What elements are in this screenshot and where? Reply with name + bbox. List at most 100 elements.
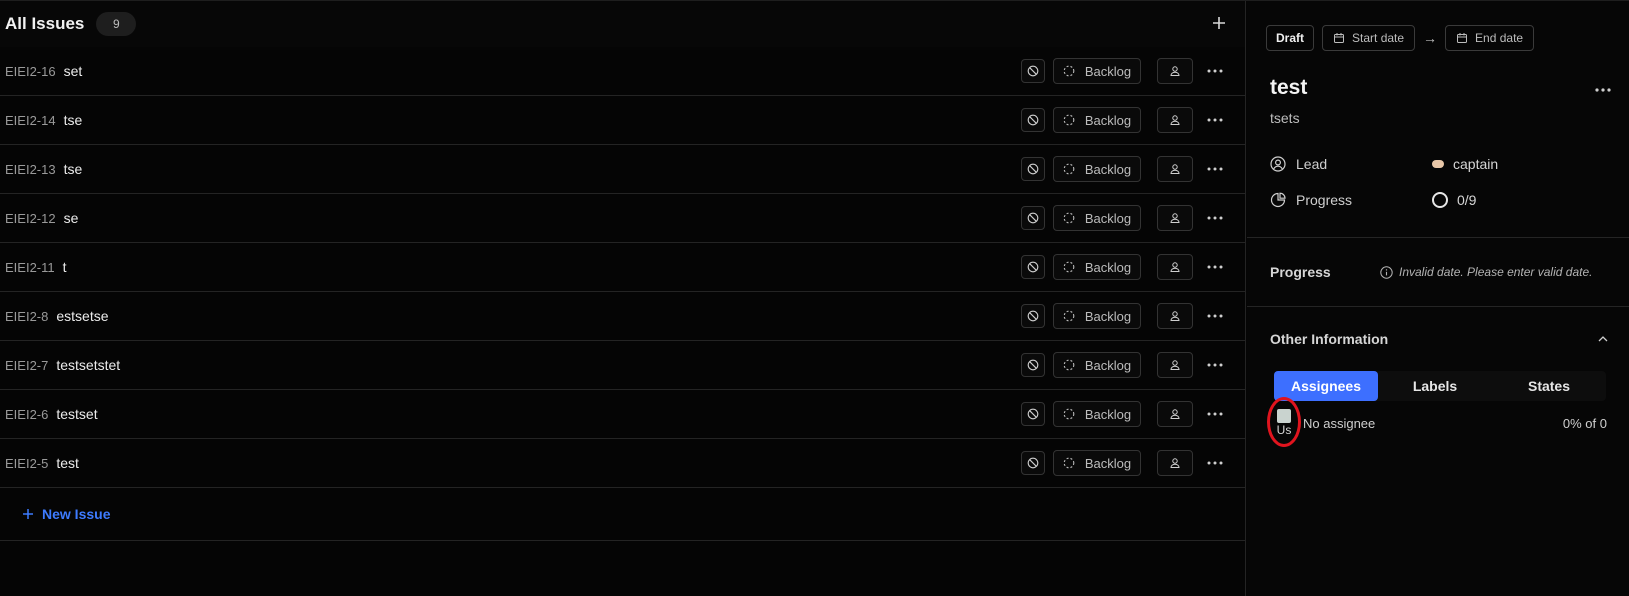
- chevron-up-icon[interactable]: [1597, 330, 1609, 348]
- issue-name: tse: [63, 112, 83, 128]
- priority-button[interactable]: [1021, 157, 1045, 181]
- cycle-details-panel: Draft Start date → End date test tsets L…: [1247, 1, 1629, 596]
- more-options-button[interactable]: [1205, 257, 1225, 277]
- more-options-button[interactable]: [1205, 61, 1225, 81]
- more-options-button[interactable]: [1595, 79, 1611, 97]
- state-button[interactable]: Backlog: [1053, 352, 1141, 378]
- lead-name: captain: [1453, 156, 1499, 172]
- issue-row[interactable]: EIEI2-11 t Backlog: [0, 243, 1245, 292]
- no-priority-icon: [1027, 114, 1039, 126]
- assignee-button[interactable]: [1157, 254, 1193, 280]
- pie-chart-icon: [1270, 192, 1286, 208]
- priority-button[interactable]: [1021, 451, 1045, 475]
- issue-name: set: [63, 63, 83, 79]
- issue-name: test: [56, 455, 79, 471]
- assignee-percentage: 0% of 0: [1562, 415, 1607, 431]
- issue-name: tse: [63, 161, 83, 177]
- priority-button[interactable]: [1021, 59, 1045, 83]
- more-options-button[interactable]: [1205, 159, 1225, 179]
- priority-button[interactable]: [1021, 206, 1045, 230]
- add-issue-button[interactable]: [1212, 14, 1226, 34]
- issue-row[interactable]: EIEI2-14 tse Backlog: [0, 96, 1245, 145]
- status-draft-button[interactable]: Draft: [1266, 25, 1315, 51]
- other-information-header[interactable]: Other Information: [1247, 307, 1629, 371]
- issue-name: se: [63, 210, 79, 226]
- assignee-button[interactable]: [1157, 58, 1193, 84]
- state-button[interactable]: Backlog: [1053, 205, 1141, 231]
- no-priority-icon: [1027, 163, 1039, 175]
- new-issue-button[interactable]: New Issue: [0, 488, 1245, 541]
- issue-rows: EIEI2-16 set Backlog EIEI2-14 tse Backlo…: [0, 47, 1245, 488]
- user-icon: [1170, 213, 1180, 223]
- issue-row[interactable]: EIEI2-12 se Backlog: [0, 194, 1245, 243]
- end-date-label: End date: [1475, 31, 1524, 45]
- lead-value[interactable]: captain: [1432, 156, 1498, 172]
- priority-button[interactable]: [1021, 108, 1045, 132]
- progress-section[interactable]: Progress Invalid date. Please enter vali…: [1247, 238, 1629, 306]
- priority-button[interactable]: [1021, 402, 1045, 426]
- assignee-button[interactable]: [1157, 107, 1193, 133]
- assignee-button[interactable]: [1157, 401, 1193, 427]
- cycle-title-row: test: [1247, 51, 1629, 100]
- issue-actions: Backlog: [1021, 107, 1225, 133]
- backlog-icon: [1063, 163, 1075, 175]
- issue-id: EIEI2-6: [5, 406, 49, 422]
- issue-row[interactable]: EIEI2-6 testset Backlog: [0, 390, 1245, 439]
- tab-states[interactable]: States: [1492, 371, 1606, 401]
- app-window: All Issues 9 EIEI2-16 set Backlog EIEI2-…: [0, 0, 1629, 596]
- backlog-icon: [1063, 114, 1075, 126]
- arrow-right-icon: →: [1423, 30, 1438, 46]
- issue-name: testsetstet: [56, 357, 121, 373]
- progress-section-label: Progress: [1270, 264, 1331, 280]
- issue-row[interactable]: EIEI2-13 tse Backlog: [0, 145, 1245, 194]
- start-date-label: Start date: [1352, 31, 1405, 45]
- end-date-button[interactable]: End date: [1445, 25, 1535, 51]
- assignee-button[interactable]: [1157, 450, 1193, 476]
- cycle-title: test: [1270, 76, 1308, 99]
- issue-row[interactable]: EIEI2-5 test Backlog: [0, 439, 1245, 488]
- state-button[interactable]: Backlog: [1053, 303, 1141, 329]
- issue-name: testset: [56, 406, 98, 422]
- other-information-label: Other Information: [1270, 331, 1389, 347]
- priority-button[interactable]: [1021, 353, 1045, 377]
- user-icon: [1170, 66, 1180, 76]
- assignee-button[interactable]: [1157, 205, 1193, 231]
- progress-ring-icon: [1432, 192, 1448, 208]
- assignee-button[interactable]: [1157, 303, 1193, 329]
- backlog-icon: [1063, 212, 1075, 224]
- priority-button[interactable]: [1021, 304, 1045, 328]
- issue-row[interactable]: EIEI2-8 estsetse Backlog: [0, 292, 1245, 341]
- no-assignee-label: No assignee: [1303, 415, 1376, 431]
- assignee-button[interactable]: [1157, 352, 1193, 378]
- info-icon: [1380, 265, 1393, 279]
- start-date-button[interactable]: Start date: [1322, 25, 1416, 51]
- user-icon: [1170, 115, 1180, 125]
- more-options-button[interactable]: [1205, 306, 1225, 326]
- ellipsis-icon: [1207, 69, 1223, 73]
- state-label: Backlog: [1084, 455, 1132, 471]
- assignee-button[interactable]: [1157, 156, 1193, 182]
- ellipsis-icon: [1207, 363, 1223, 367]
- more-options-button[interactable]: [1205, 355, 1225, 375]
- more-options-button[interactable]: [1205, 453, 1225, 473]
- tab-assignees[interactable]: Assignees: [1274, 371, 1378, 401]
- more-options-button[interactable]: [1205, 208, 1225, 228]
- new-issue-label: New Issue: [42, 506, 111, 522]
- priority-button[interactable]: [1021, 255, 1045, 279]
- more-options-button[interactable]: [1205, 404, 1225, 424]
- issue-row[interactable]: EIEI2-16 set Backlog: [0, 47, 1245, 96]
- lead-label: Lead: [1296, 156, 1328, 172]
- tab-labels[interactable]: Labels: [1378, 371, 1492, 401]
- state-button[interactable]: Backlog: [1053, 156, 1141, 182]
- user-icon: [1170, 311, 1180, 321]
- list-title: All Issues: [5, 14, 85, 33]
- state-button[interactable]: Backlog: [1053, 107, 1141, 133]
- state-button[interactable]: Backlog: [1053, 450, 1141, 476]
- backlog-icon: [1063, 457, 1075, 469]
- issue-row[interactable]: EIEI2-7 testsetstet Backlog: [0, 341, 1245, 390]
- ellipsis-icon: [1207, 216, 1223, 220]
- state-button[interactable]: Backlog: [1053, 58, 1141, 84]
- state-button[interactable]: Backlog: [1053, 254, 1141, 280]
- more-options-button[interactable]: [1205, 110, 1225, 130]
- state-button[interactable]: Backlog: [1053, 401, 1141, 427]
